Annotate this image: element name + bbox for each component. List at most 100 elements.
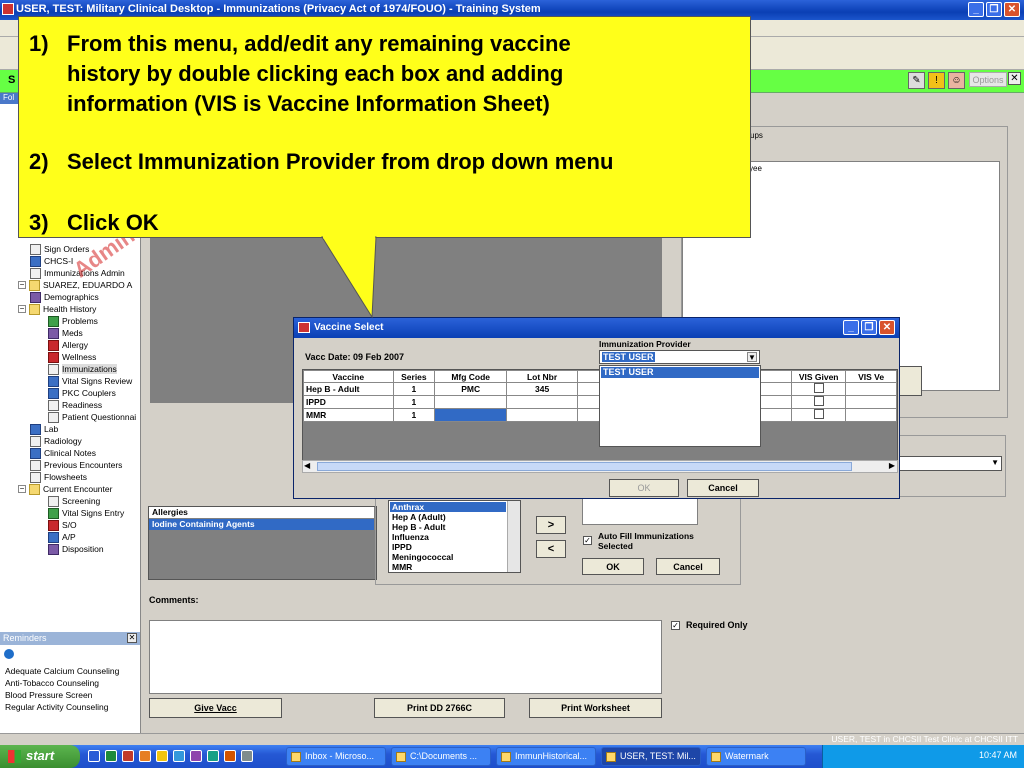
column-header[interactable]: VIS Ve — [845, 370, 897, 383]
dialog-ok-button[interactable]: OK — [609, 479, 679, 497]
outlook-icon[interactable] — [139, 750, 151, 762]
tree-item[interactable]: Lab — [30, 423, 58, 435]
immunization-list-item[interactable]: Anthrax — [390, 502, 506, 512]
vaccine-cell[interactable] — [845, 382, 897, 396]
vaccine-cell-series[interactable]: 1 — [392, 382, 436, 396]
tree-item[interactable]: CHCS-I — [30, 255, 73, 267]
checkbox-icon[interactable] — [813, 383, 824, 393]
dialog-close-button[interactable]: ✕ — [879, 320, 895, 335]
taskbar-item-immunhistorical[interactable]: ImmunHistorical... — [496, 747, 596, 766]
column-header[interactable]: Lot Nbr — [506, 370, 579, 383]
tree-item[interactable]: Flowsheets — [30, 471, 87, 483]
tree-item[interactable]: Readiness — [48, 399, 102, 411]
immunization-list[interactable]: Anthrax Hep A (Adult) Hep B - Adult Influen… — [388, 500, 521, 573]
tree-item[interactable]: − Health History — [18, 303, 96, 315]
immunization-list-item[interactable]: IPPD — [392, 542, 412, 552]
vis-given-checkbox[interactable] — [791, 408, 847, 422]
vaccine-cell-lot[interactable]: 345 — [506, 382, 579, 396]
tree-expand-toggle[interactable]: − — [18, 485, 26, 493]
immunization-list-item[interactable]: Influenza — [392, 532, 429, 542]
give-vacc-button[interactable]: Give Vacc — [149, 698, 282, 718]
powerpoint-icon[interactable] — [122, 750, 134, 762]
refresh-icon[interactable] — [4, 649, 14, 659]
provider-dropdown[interactable]: TEST USER ▼ — [599, 350, 760, 364]
banner-close-button[interactable]: ✕ — [1008, 72, 1021, 85]
vaccine-cell-lot[interactable] — [506, 395, 579, 409]
vaccine-cell[interactable] — [845, 408, 897, 422]
tree-item[interactable]: Radiology — [30, 435, 82, 447]
tree-item[interactable]: Meds — [48, 327, 83, 339]
tree-item[interactable]: Vital Signs Review — [48, 375, 132, 387]
dialog-maximize-button[interactable]: ❐ — [861, 320, 877, 335]
tree-item[interactable]: Allergy — [48, 339, 88, 351]
remove-immunization-button[interactable]: < — [536, 540, 566, 558]
vaccine-cell-mfg[interactable] — [434, 408, 508, 422]
minimize-button[interactable]: _ — [968, 2, 984, 17]
close-button[interactable]: ✕ — [1004, 2, 1020, 17]
tree-item[interactable]: Vital Signs Entry — [48, 507, 124, 519]
immunization-list-item[interactable]: Hep A (Adult) — [392, 512, 446, 522]
immunization-list-item[interactable]: Meningococcal — [392, 552, 453, 562]
vaccine-cell[interactable] — [845, 395, 897, 409]
sign-icon[interactable]: ✎ — [908, 72, 925, 89]
warning-icon[interactable]: ! — [928, 72, 945, 89]
immunization-list-scrollbar[interactable] — [507, 501, 520, 572]
tree-item[interactable]: − Current Encounter — [18, 483, 112, 495]
reminder-item[interactable]: Blood Pressure Screen — [5, 690, 92, 700]
provider-option[interactable]: TEST USER — [601, 367, 759, 378]
tree-item[interactable]: Previous Encounters — [30, 459, 122, 471]
misc-icon[interactable] — [241, 750, 253, 762]
tree-item[interactable]: Immunizations — [48, 363, 117, 375]
right-dropdown[interactable]: ▼ — [899, 456, 1002, 471]
print-dd-2766c-button[interactable]: Print DD 2766C — [374, 698, 505, 718]
cancel-button[interactable]: Cancel — [656, 558, 720, 575]
column-header[interactable]: Series — [392, 370, 436, 383]
desktop-icon[interactable] — [207, 750, 219, 762]
reminder-item[interactable]: Adequate Calcium Counseling — [5, 666, 119, 676]
media-icon[interactable] — [224, 750, 236, 762]
allergies-list[interactable]: Allergies Iodine Containing Agents — [148, 506, 377, 580]
dialog-cancel-button[interactable]: Cancel — [687, 479, 759, 497]
scroll-thumb[interactable] — [317, 462, 852, 471]
column-header[interactable]: Mfg Code — [434, 370, 508, 383]
chevron-down-icon[interactable]: ▼ — [747, 352, 757, 362]
tree-item[interactable]: Clinical Notes — [30, 447, 96, 459]
tree-item[interactable]: Wellness — [48, 351, 96, 363]
scroll-right-icon[interactable]: ▶ — [889, 461, 895, 470]
vaccine-cell-vaccine[interactable]: Hep B - Adult — [303, 382, 394, 396]
taskbar-item-watermark[interactable]: Watermark — [706, 747, 806, 766]
vis-given-checkbox[interactable] — [791, 382, 847, 396]
tree-item[interactable]: Demographics — [30, 291, 99, 303]
word-icon[interactable] — [88, 750, 100, 762]
excel-icon[interactable] — [105, 750, 117, 762]
tree-item[interactable]: Screening — [48, 495, 100, 507]
comments-textarea[interactable] — [149, 620, 662, 694]
app-quicklaunch-icon[interactable] — [190, 750, 202, 762]
taskbar-item-chcs[interactable]: USER, TEST: Mil... — [601, 747, 701, 766]
auto-fill-checkbox[interactable]: ✓ — [583, 536, 592, 545]
side-button[interactable] — [899, 366, 922, 396]
tree-item[interactable]: Problems — [48, 315, 98, 327]
ok-button[interactable]: OK — [582, 558, 644, 575]
reminder-item[interactable]: Regular Activity Counseling — [5, 702, 108, 712]
immunization-list-item[interactable]: MMR — [392, 562, 412, 572]
maximize-button[interactable]: ❐ — [986, 2, 1002, 17]
checkbox-icon[interactable] — [813, 409, 824, 419]
taskbar-item-documents[interactable]: C:\Documents ... — [391, 747, 491, 766]
immunization-list-item[interactable]: Hep B - Adult — [392, 522, 446, 532]
tree-expand-toggle[interactable]: − — [18, 281, 26, 289]
vaccine-cell-vaccine[interactable]: MMR — [303, 408, 394, 422]
provider-options-list[interactable]: TEST USER — [599, 365, 761, 447]
column-header[interactable]: Vaccine — [303, 370, 394, 383]
checkbox-icon[interactable] — [813, 396, 824, 406]
required-only-checkbox[interactable]: ✓ — [671, 621, 680, 630]
vaccine-cell-mfg[interactable]: PMC — [434, 382, 508, 396]
tree-item[interactable]: Disposition — [48, 543, 104, 555]
vaccine-cell-mfg[interactable] — [434, 395, 508, 409]
user-icon[interactable]: ☺ — [948, 72, 965, 89]
vaccine-cell-series[interactable]: 1 — [392, 408, 436, 422]
taskbar-item-inbox[interactable]: Inbox - Microso... — [286, 747, 386, 766]
print-worksheet-button[interactable]: Print Worksheet — [529, 698, 662, 718]
add-immunization-button[interactable]: > — [536, 516, 566, 534]
folder-quicklaunch-icon[interactable] — [156, 750, 168, 762]
